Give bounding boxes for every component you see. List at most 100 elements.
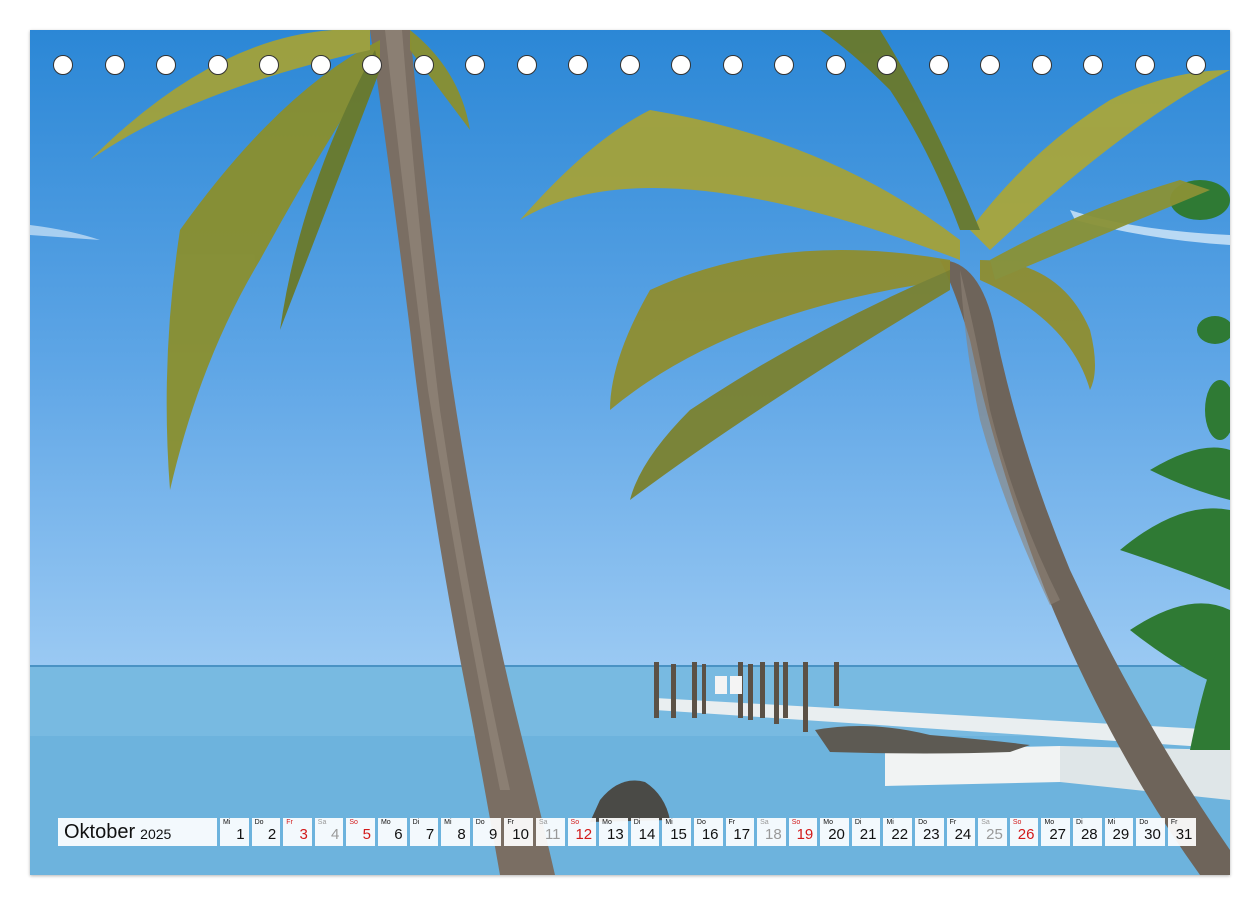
binding-hole — [53, 55, 73, 75]
day-number: 6 — [394, 826, 403, 843]
binding-hole — [928, 55, 949, 75]
weekday-label: So — [1012, 819, 1022, 826]
day-number: 4 — [331, 826, 340, 843]
weekday-label: Mi — [886, 819, 894, 826]
day-cell: Sa 18 — [757, 818, 786, 846]
day-number: 9 — [489, 826, 498, 843]
day-cell: Do 2 — [251, 818, 281, 846]
right-bush — [1120, 180, 1230, 750]
day-number: 15 — [670, 826, 687, 843]
weekday-label: Mi — [444, 819, 452, 826]
weekday-label: Fr — [949, 819, 957, 826]
day-cell: Mo 27 — [1041, 818, 1071, 846]
binding-hole — [156, 55, 176, 75]
palm-beach-scene — [30, 30, 1230, 875]
day-cells: Mi 1 Do 2 Fr 3 Sa 4 So 5 Mo 6 Di 7 Mi 8 Do 9 Fr 10 Sa 11 So 12 M… — [220, 818, 1197, 846]
day-cell: Di 28 — [1073, 818, 1102, 846]
day-number: 17 — [733, 826, 751, 843]
weekday-label: Sa — [538, 819, 548, 826]
day-number: 24 — [954, 826, 972, 843]
binding-hole — [1134, 55, 1155, 75]
binding-hole — [568, 55, 588, 75]
binding-holes — [0, 0, 1260, 100]
weekday-label: Sa — [760, 819, 769, 826]
day-number: 1 — [236, 826, 245, 843]
day-number: 28 — [1080, 826, 1098, 843]
weekday-label: Mo — [602, 819, 612, 826]
day-number: 22 — [891, 826, 909, 843]
day-cell: So 12 — [567, 818, 597, 846]
weekday-label: Do — [1139, 819, 1149, 826]
binding-hole — [516, 55, 537, 75]
day-number: 16 — [701, 826, 719, 843]
day-number: 12 — [575, 826, 593, 843]
binding-hole — [774, 55, 794, 75]
binding-hole — [825, 55, 846, 75]
day-cell: Do 30 — [1136, 818, 1165, 846]
month-name: Oktober — [64, 820, 136, 843]
binding-hole — [1083, 55, 1103, 75]
day-cell: Fr 17 — [725, 818, 755, 846]
weekday-label: Di — [412, 819, 420, 826]
binding-hole — [619, 55, 640, 75]
binding-hole — [671, 55, 691, 75]
weekday-label: So — [349, 819, 358, 826]
weekday-label: Fr — [286, 819, 293, 826]
binding-hole — [362, 55, 382, 75]
weekday-label: Fr — [1170, 819, 1178, 826]
day-cell: Mi 8 — [441, 818, 470, 846]
weekday-label: Do — [918, 819, 928, 826]
day-number: 27 — [1049, 826, 1067, 843]
day-number: 5 — [362, 826, 371, 843]
day-cell: So 19 — [788, 818, 818, 846]
month-label: Oktober 2025 — [58, 818, 217, 846]
binding-hole — [980, 55, 1000, 75]
weekday-label: Fr — [728, 819, 736, 826]
weekday-label: Mo — [1044, 819, 1055, 826]
day-cell: Mi 15 — [662, 818, 691, 846]
day-cell: Fr 24 — [946, 818, 976, 846]
weekday-label: Di — [1076, 819, 1083, 826]
weekday-label: Mi — [665, 819, 673, 826]
day-cell: Di 14 — [630, 818, 660, 846]
day-cell: Sa 25 — [978, 818, 1007, 846]
day-number: 23 — [922, 826, 940, 843]
binding-hole — [310, 55, 331, 75]
day-cell: Mo 13 — [599, 818, 628, 846]
day-cell: Mo 6 — [377, 818, 407, 846]
weekday-label: Di — [633, 819, 641, 826]
weekday-label: Mo — [380, 819, 391, 826]
day-number: 19 — [796, 826, 814, 843]
binding-hole — [1031, 55, 1052, 75]
day-number: 30 — [1144, 826, 1161, 843]
day-cell: Mi 1 — [220, 818, 249, 846]
day-number: 7 — [425, 826, 435, 843]
day-cell: Do 23 — [915, 818, 944, 846]
day-cell: Sa 11 — [535, 818, 565, 846]
day-cell: Mi 29 — [1104, 818, 1134, 846]
day-cell: Do 16 — [693, 818, 723, 846]
day-number: 2 — [267, 826, 277, 843]
day-number: 8 — [457, 826, 466, 843]
binding-hole — [877, 55, 897, 75]
day-cell: Mo 20 — [820, 818, 849, 846]
weekday-label: So — [570, 819, 580, 826]
binding-hole — [413, 55, 434, 75]
day-cell: Fr 3 — [283, 818, 312, 846]
weekday-label: Mi — [1107, 819, 1116, 826]
binding-hole — [259, 55, 279, 75]
day-number: 10 — [512, 826, 529, 843]
binding-hole — [207, 55, 228, 75]
binding-hole — [104, 55, 125, 75]
day-cell: So 26 — [1009, 818, 1039, 846]
binding-hole — [1186, 55, 1206, 75]
weekday-label: Fr — [507, 819, 514, 826]
day-number: 21 — [859, 826, 877, 843]
day-number: 3 — [299, 826, 308, 843]
day-number: 31 — [1175, 826, 1193, 843]
day-cell: So 5 — [346, 818, 375, 846]
weekday-label: Di — [854, 819, 862, 826]
month-year: 2025 — [140, 826, 172, 842]
day-cell: Do 9 — [472, 818, 502, 846]
weekday-label: Mi — [223, 819, 231, 826]
